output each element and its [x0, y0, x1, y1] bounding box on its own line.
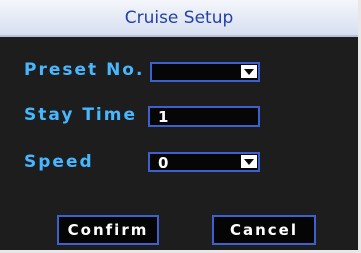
dialog-title-bar: Cruise Setup	[0, 0, 358, 37]
speed-select[interactable]: 0	[148, 152, 260, 172]
cancel-button[interactable]: Cancel	[212, 215, 316, 245]
stay-time-value: 1	[158, 108, 169, 126]
stay-time-input[interactable]: 1	[148, 106, 260, 127]
confirm-button[interactable]: Confirm	[57, 215, 159, 245]
chevron-down-icon[interactable]	[241, 155, 257, 168]
dialog-title: Cruise Setup	[124, 8, 234, 28]
speed-label: Speed	[24, 152, 94, 172]
stay-time-label: Stay Time	[24, 105, 137, 125]
preset-select[interactable]	[150, 62, 260, 82]
preset-label: Preset No.	[24, 60, 145, 80]
cruise-setup-dialog: Cruise Setup Preset No. Stay Time 1 Spee…	[0, 0, 361, 253]
chevron-down-icon[interactable]	[241, 65, 257, 78]
speed-value: 0	[158, 154, 169, 172]
